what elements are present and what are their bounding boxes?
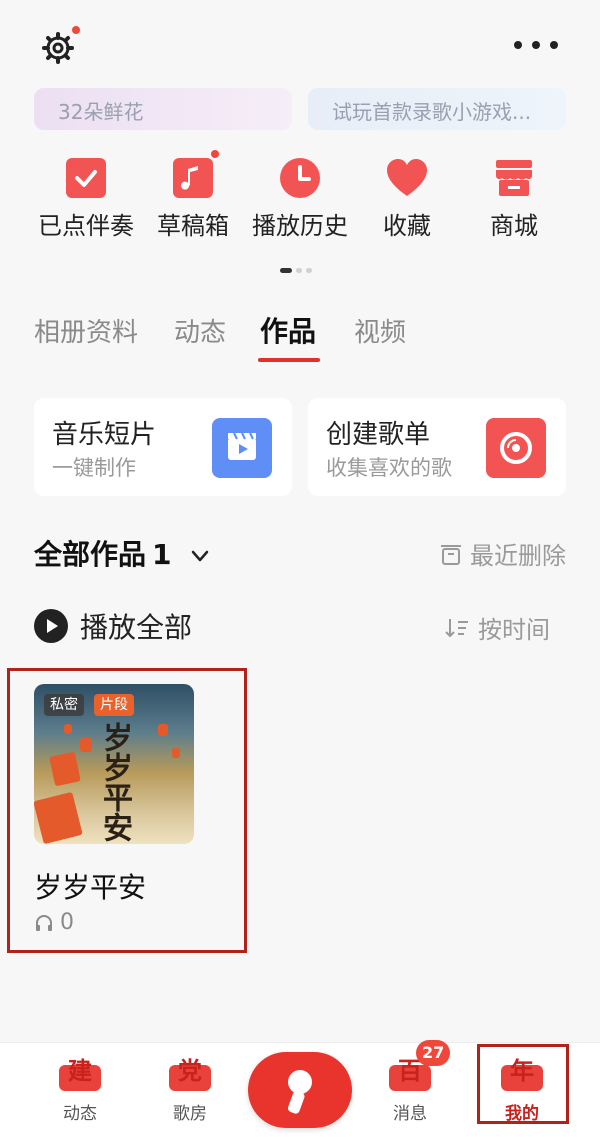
nav-room[interactable]: 党 歌房 xyxy=(140,1051,240,1124)
nav-feed[interactable]: 建 动态 xyxy=(30,1051,130,1124)
tab-album-profile[interactable]: 相册资料 xyxy=(34,312,138,349)
quick-item-selected-accompaniment[interactable]: 已点伴奏 xyxy=(26,150,146,241)
settings-notification-dot xyxy=(72,26,80,34)
works-count: 1 xyxy=(152,538,172,571)
quick-actions: 已点伴奏 草稿箱 播放历史 收藏 商城 xyxy=(0,150,600,260)
game-banner-text: 试玩首款录歌小游戏... xyxy=(332,100,532,124)
messages-notification-badge: 27 xyxy=(416,1040,451,1066)
top-bar xyxy=(0,0,600,90)
store-icon xyxy=(492,156,536,200)
music-note-icon xyxy=(171,150,219,200)
disc-icon xyxy=(486,418,546,478)
recently-deleted-label: 最近删除 xyxy=(470,542,566,570)
gear-icon xyxy=(42,32,74,64)
quick-item-favorites[interactable]: 收藏 xyxy=(347,150,467,241)
game-banner[interactable]: 试玩首款录歌小游戏... xyxy=(308,88,566,130)
quick-item-label: 商城 xyxy=(490,212,538,240)
nav-label: 动态 xyxy=(63,1104,97,1124)
quick-item-history[interactable]: 播放历史 xyxy=(240,150,360,241)
page-dot xyxy=(306,268,312,273)
more-dot-icon xyxy=(550,41,558,49)
tab-videos[interactable]: 视频 xyxy=(354,312,406,349)
settings-button[interactable] xyxy=(40,26,80,66)
music-clip-subtitle: 一键制作 xyxy=(52,456,136,480)
trash-icon xyxy=(441,544,461,565)
nav-label: 歌房 xyxy=(173,1104,207,1124)
video-clapper-icon xyxy=(212,418,272,478)
quick-item-store[interactable]: 商城 xyxy=(454,150,574,241)
page-dot-active xyxy=(280,268,292,273)
nav-label: 消息 xyxy=(393,1104,427,1124)
recently-deleted-button[interactable]: 最近删除 xyxy=(440,536,566,571)
flowers-banner[interactable]: 32朵鲜花 xyxy=(34,88,292,130)
nav-mine-highlight-box xyxy=(477,1044,569,1124)
play-all-button[interactable]: 播放全部 xyxy=(34,606,192,646)
create-playlist-subtitle: 收集喜欢的歌 xyxy=(326,456,452,480)
quick-item-drafts[interactable]: 草稿箱 xyxy=(133,150,253,241)
more-options-button[interactable] xyxy=(514,40,558,50)
record-button[interactable] xyxy=(248,1052,352,1128)
more-dot-icon xyxy=(514,41,522,49)
tab-feed[interactable]: 动态 xyxy=(174,312,226,349)
heart-icon xyxy=(385,156,429,200)
music-clip-card[interactable]: 音乐短片 一键制作 xyxy=(34,398,292,496)
sort-icon xyxy=(445,618,468,637)
more-dot-icon xyxy=(532,41,540,49)
quick-item-label: 已点伴奏 xyxy=(38,212,134,240)
page-indicator xyxy=(280,268,320,274)
chevron-down-icon xyxy=(192,550,209,562)
sort-label: 按时间 xyxy=(478,616,550,644)
work-highlight-box xyxy=(7,668,247,953)
sort-by-time-button[interactable]: 按时间 xyxy=(444,610,550,645)
quick-item-label: 草稿箱 xyxy=(157,212,229,240)
create-playlist-title: 创建歌单 xyxy=(326,420,431,450)
badge-char: 建 xyxy=(68,1057,92,1085)
all-works-label: 全部作品 xyxy=(34,538,147,571)
microphone-icon xyxy=(287,1070,312,1114)
play-icon xyxy=(34,609,68,643)
music-clip-title: 音乐短片 xyxy=(52,420,157,450)
check-icon xyxy=(64,156,108,200)
play-all-label: 播放全部 xyxy=(80,611,193,644)
flowers-banner-text: 32朵鲜花 xyxy=(58,100,144,124)
festive-badge-icon: 建 xyxy=(57,1051,103,1097)
all-works-dropdown[interactable]: 全部作品 1 xyxy=(34,533,211,573)
active-tab-indicator xyxy=(258,358,320,362)
clock-icon xyxy=(278,156,322,200)
drafts-notification-dot xyxy=(211,150,219,158)
quick-item-label: 收藏 xyxy=(383,212,431,240)
quick-item-label: 播放历史 xyxy=(252,212,348,240)
create-playlist-card[interactable]: 创建歌单 收集喜欢的歌 xyxy=(308,398,566,496)
tab-works[interactable]: 作品 xyxy=(260,310,316,350)
festive-badge-icon: 党 xyxy=(167,1051,213,1097)
page-dot xyxy=(296,268,302,273)
badge-char: 党 xyxy=(178,1057,202,1085)
